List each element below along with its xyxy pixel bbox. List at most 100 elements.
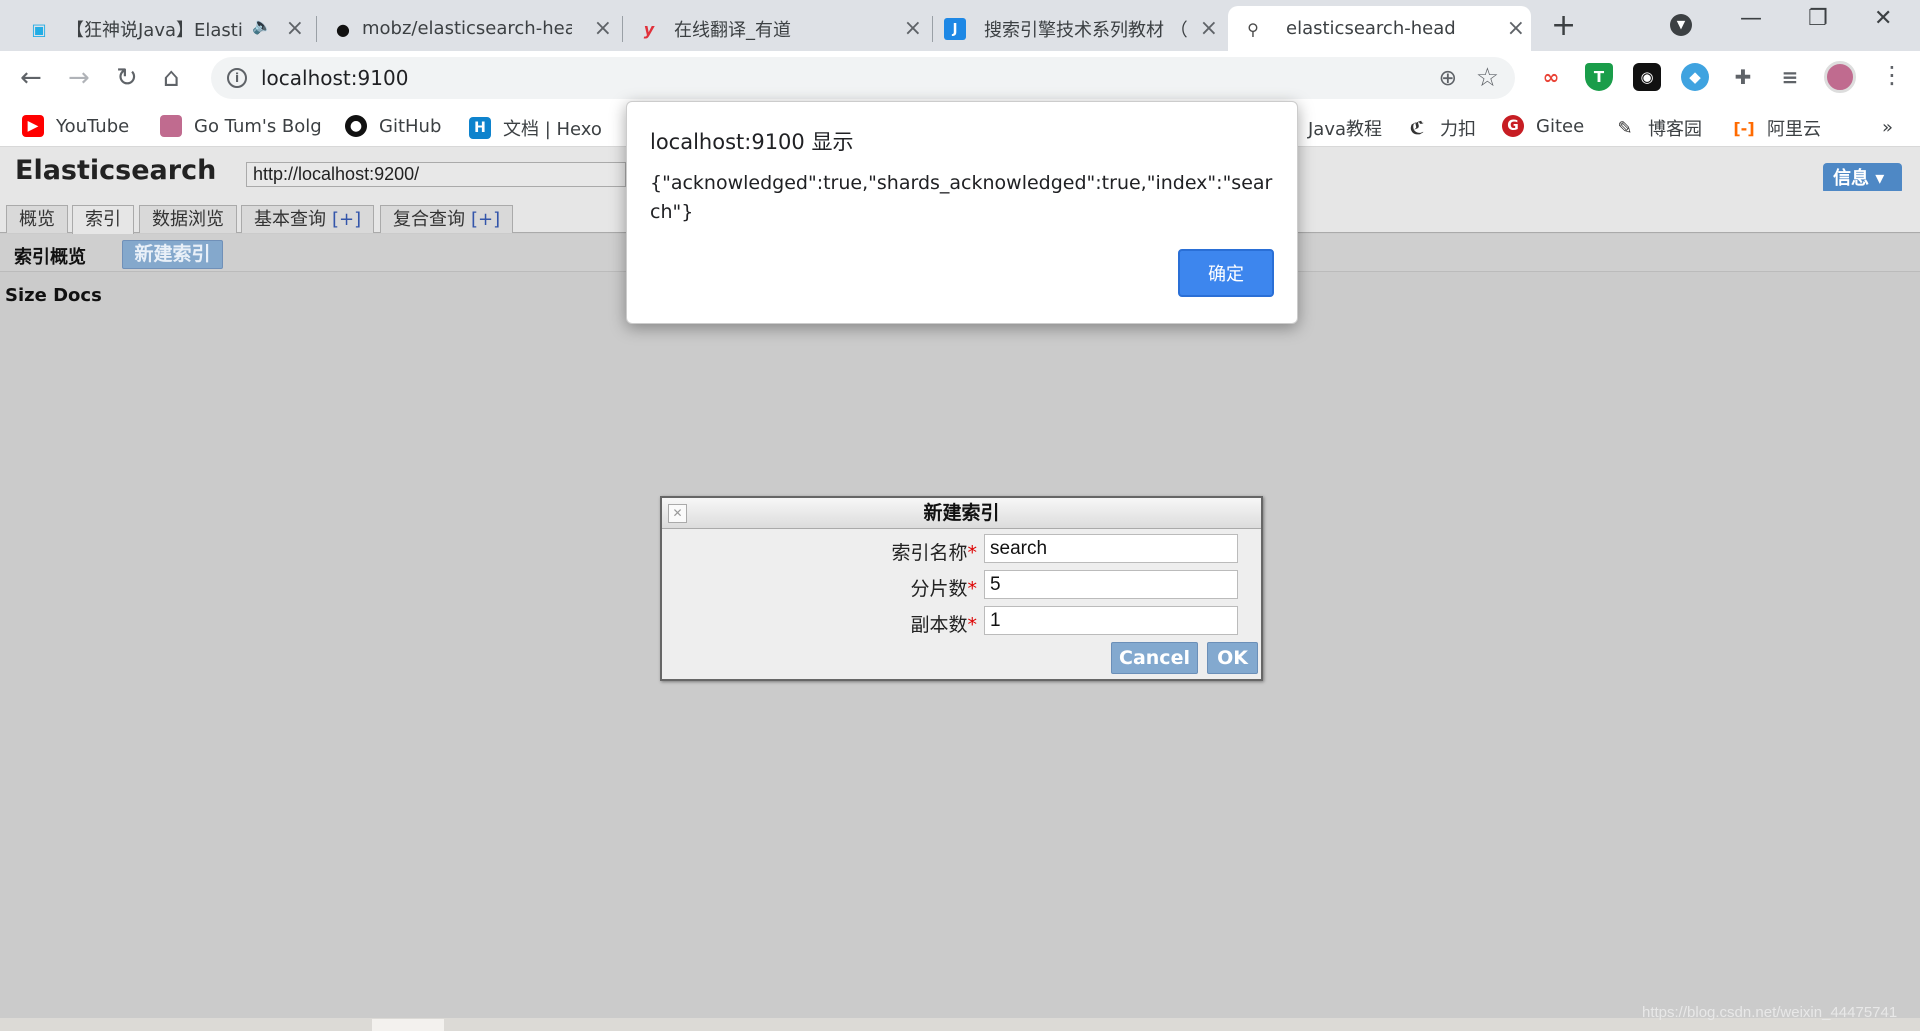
tab-separator xyxy=(622,16,623,42)
tab-title: 【狂神说Java】Elasti xyxy=(66,19,243,41)
tab-elasticsearch-head[interactable]: ⚲ elasticsearch-head × xyxy=(1228,6,1531,51)
minimize-icon[interactable]: — xyxy=(1740,6,1762,31)
watermark: https://blog.csdn.net/weixin_44475741 xyxy=(1642,1004,1898,1021)
tab-label: 数据浏览 xyxy=(152,209,224,230)
close-tab-icon[interactable]: × xyxy=(1200,16,1218,41)
youdao-icon: y xyxy=(643,19,655,39)
tab-label: 概览 xyxy=(19,209,55,230)
bookmark-cnblogs[interactable]: ✎ 博客园 xyxy=(1614,115,1702,141)
new-index-button[interactable]: 新建索引 xyxy=(122,240,223,269)
bookmark-youtube[interactable]: ▶ YouTube xyxy=(22,115,129,137)
tab-indices[interactable]: 索引 xyxy=(72,205,134,234)
extension-infinity-icon[interactable]: ∞ xyxy=(1537,63,1565,91)
dialog-close-icon[interactable]: ✕ xyxy=(668,504,687,523)
close-tab-icon[interactable]: × xyxy=(904,16,922,41)
bookmark-hexo[interactable]: H 文档 | Hexo xyxy=(469,115,602,141)
gitee-icon: G xyxy=(1502,115,1524,137)
zoom-icon[interactable]: ⊕ xyxy=(1439,66,1457,91)
alert-dialog: localhost:9100 显示 {"acknowledged":true,"… xyxy=(626,101,1298,324)
tab-label: 索引 xyxy=(85,209,121,230)
info-button[interactable]: 信息 ▾ xyxy=(1823,163,1902,194)
address-bar[interactable]: i localhost:9100 ⊕ ☆ xyxy=(211,57,1515,99)
close-window-icon[interactable]: ✕ xyxy=(1874,6,1892,31)
shards-input[interactable] xyxy=(984,570,1238,599)
replicas-input[interactable] xyxy=(984,606,1238,635)
bookmark-gitee[interactable]: G Gitee xyxy=(1502,115,1584,137)
extension-tampermonkey-icon[interactable]: T xyxy=(1585,63,1613,91)
github-icon: ● xyxy=(336,19,350,39)
address-url[interactable]: localhost:9100 xyxy=(261,66,408,90)
tab-compound-query[interactable]: 复合查询 [+] xyxy=(380,205,514,233)
index-overview-label: 索引概览 xyxy=(14,247,86,268)
forward-icon[interactable]: → xyxy=(68,63,90,93)
scrollbar-thumb[interactable] xyxy=(372,1019,444,1031)
form-row-index-name: 索引名称* xyxy=(662,534,1262,564)
bookmark-leetcode[interactable]: ℭ 力扣 xyxy=(1406,115,1476,141)
es-brand: Elasticsearch xyxy=(15,155,217,186)
bookmark-label: GitHub xyxy=(379,115,442,137)
cluster-url-input[interactable]: http://localhost:9200/ xyxy=(246,162,626,187)
alert-message: {"acknowledged":true,"shards_acknowledge… xyxy=(650,172,1273,223)
dialog-title: 新建索引 xyxy=(923,502,1000,524)
how2j-icon: J xyxy=(944,18,966,40)
tab-browser[interactable]: 数据浏览 xyxy=(139,205,237,233)
new-index-dialog: ✕ 新建索引 索引名称* 分片数* 副本数* Cancel OK xyxy=(660,496,1263,681)
dialog-titlebar: ✕ 新建索引 xyxy=(662,498,1261,529)
form-row-replicas: 副本数* xyxy=(662,606,1262,636)
bookmark-label: 文档 | Hexo xyxy=(503,119,602,140)
bookmark-github[interactable]: ● GitHub xyxy=(345,115,441,137)
add-query-link[interactable]: [+] xyxy=(332,209,361,230)
close-tab-icon[interactable]: × xyxy=(594,16,612,41)
tab-separator xyxy=(316,16,317,42)
form-row-shards: 分片数* xyxy=(662,570,1262,600)
bookmark-label: YouTube xyxy=(56,115,130,137)
back-icon[interactable]: ← xyxy=(20,63,42,93)
extensions-puzzle-icon[interactable]: ✚ xyxy=(1729,63,1757,91)
tab-basic-query[interactable]: 基本查询 [+] xyxy=(241,205,375,233)
browser-tab-strip: ▣ 【狂神说Java】Elasti 🔈 × ● mobz/elasticsear… xyxy=(0,0,1920,51)
cancel-button[interactable]: Cancel xyxy=(1111,642,1198,674)
extension-gamepad-icon[interactable]: ◉ xyxy=(1633,63,1661,91)
tab-label: 复合查询 xyxy=(393,209,465,230)
more-menu-icon[interactable]: ⋮ xyxy=(1880,61,1904,89)
tab-how2j[interactable]: J 搜索引擎技术系列教材 （ × xyxy=(938,6,1224,51)
index-name-input[interactable] xyxy=(984,534,1238,563)
tab-bilibili[interactable]: ▣ 【狂神说Java】Elasti 🔈 × xyxy=(0,6,310,51)
horizontal-scrollbar[interactable] xyxy=(0,1018,1920,1031)
speaker-icon[interactable]: 🔈 xyxy=(252,16,272,35)
field-label: 索引名称* xyxy=(891,542,977,564)
tab-separator xyxy=(932,16,933,42)
alert-ok-button[interactable]: 确定 xyxy=(1178,249,1274,297)
youtube-icon: ▶ xyxy=(22,115,44,137)
add-query-link[interactable]: [+] xyxy=(471,209,500,230)
cnblogs-icon: ✎ xyxy=(1617,117,1633,139)
tab-github[interactable]: ● mobz/elasticsearch-hea × xyxy=(322,6,618,51)
site-info-icon[interactable]: i xyxy=(227,68,247,88)
tab-label: 基本查询 xyxy=(254,209,326,230)
new-tab-icon[interactable]: + xyxy=(1551,8,1576,43)
bookmark-java[interactable]: Java教程 xyxy=(1308,115,1382,141)
close-tab-icon[interactable]: × xyxy=(286,16,304,41)
restore-icon[interactable]: ❐ xyxy=(1808,6,1828,31)
bookmark-aliyun[interactable]: [-] 阿里云 xyxy=(1733,115,1821,141)
bookmark-label: 力扣 xyxy=(1440,119,1476,140)
tab-search-icon[interactable]: ▼ xyxy=(1670,14,1692,36)
elasticsearch-head-icon: ⚲ xyxy=(1247,19,1259,39)
ok-button[interactable]: OK xyxy=(1207,642,1258,674)
bookmark-star-icon[interactable]: ☆ xyxy=(1476,63,1499,93)
bookmark-blog[interactable]: Go Tum's Bolg xyxy=(160,115,322,137)
reload-icon[interactable]: ↻ xyxy=(116,63,138,93)
media-control-icon[interactable]: ≡ xyxy=(1776,63,1804,91)
tab-overview[interactable]: 概览 xyxy=(6,205,68,233)
tab-youdao[interactable]: y 在线翻译_有道 × xyxy=(628,6,928,51)
bookmark-label: Java教程 xyxy=(1308,119,1383,140)
close-tab-icon[interactable]: × xyxy=(1507,16,1525,41)
tab-title: mobz/elasticsearch-hea xyxy=(362,18,572,39)
blog-icon xyxy=(160,115,182,137)
size-docs-header: Size Docs xyxy=(5,285,102,306)
home-icon[interactable]: ⌂ xyxy=(163,63,180,93)
profile-avatar[interactable] xyxy=(1824,61,1856,93)
bookmarks-overflow-icon[interactable]: » xyxy=(1882,117,1893,138)
bilibili-icon: ▣ xyxy=(31,19,47,39)
extension-shield-icon[interactable]: ◆ xyxy=(1681,63,1709,91)
